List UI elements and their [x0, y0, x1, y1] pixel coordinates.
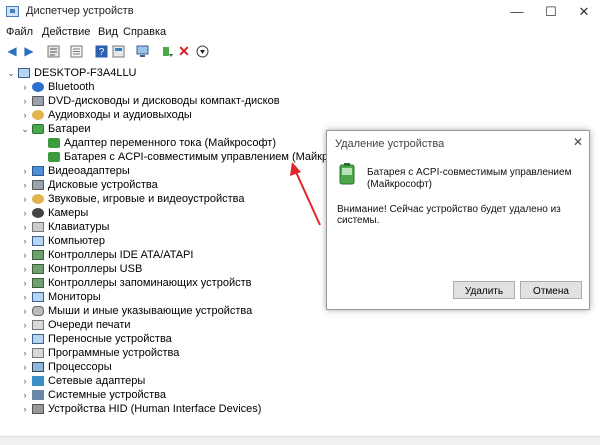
uninstall-device-dialog: Удаление устройства ✕ Батарея с ACPI-сов… — [326, 130, 590, 310]
dialog-title: Удаление устройства — [335, 138, 445, 150]
dialog-device-name: Батарея с ACPI-совместимым управлением (… — [367, 167, 572, 190]
cancel-button[interactable]: Отмена — [520, 281, 582, 299]
dialog-warning-text: Внимание! Сейчас устройство будет удален… — [337, 204, 561, 226]
uninstall-button[interactable]: Удалить — [453, 281, 515, 299]
battery-device-icon — [339, 163, 355, 185]
dialog-close-icon[interactable]: ✕ — [573, 135, 583, 149]
